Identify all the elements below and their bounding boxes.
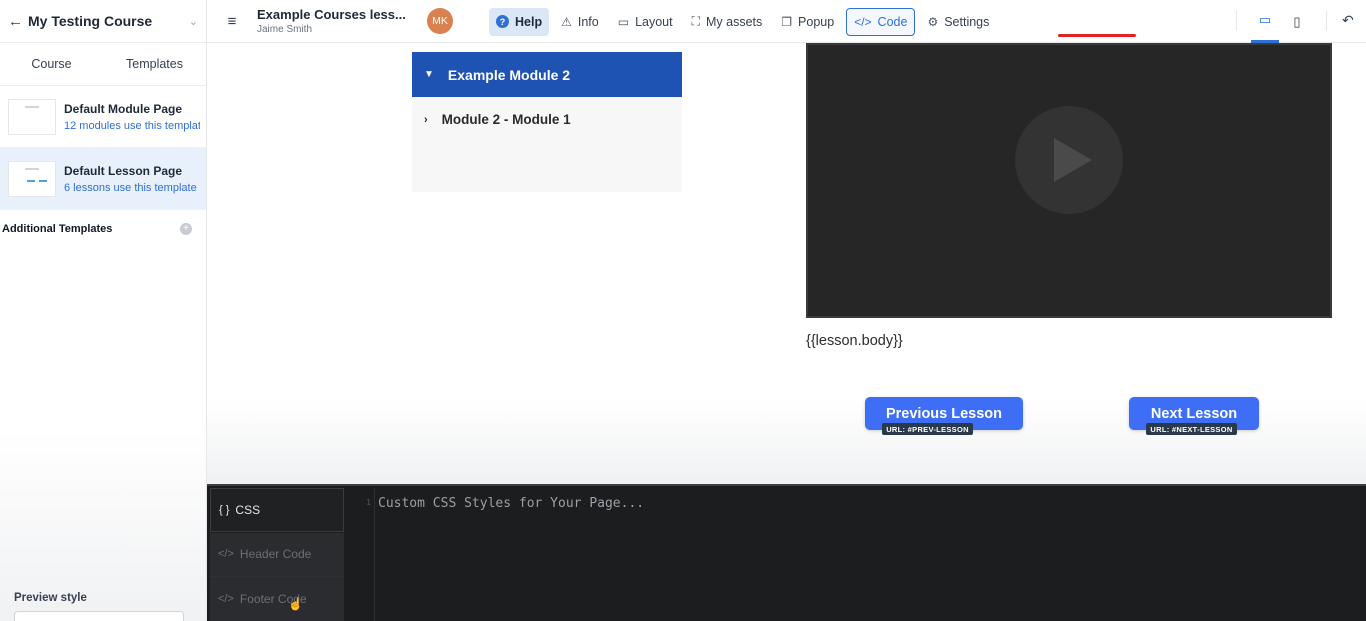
toolbar: ? Help ⚠ Info ▭ Layout ⛶ My assets ❐ Popup </… (489, 0, 1001, 43)
line-number: 1 (366, 498, 371, 507)
video-player[interactable] (806, 43, 1332, 318)
code-icon: </> (854, 14, 872, 29)
chevron-right-icon: › (424, 113, 428, 126)
template-name: Default Module Page (64, 101, 183, 116)
layout-button[interactable]: ▭ Layout (611, 8, 680, 36)
additional-templates-label: Additional Templates (2, 223, 113, 235)
help-icon: ? (496, 15, 509, 28)
help-button[interactable]: ? Help (489, 7, 550, 36)
play-icon[interactable] (1015, 106, 1123, 214)
my-assets-button[interactable]: ⛶ My assets (685, 8, 770, 36)
template-item-lesson[interactable]: Default Lesson Page 6 lessons use this t… (0, 148, 206, 210)
next-lesson-url-tag: URL: #NEXT-LESSON (1146, 423, 1237, 435)
hand-cursor-icon: ☝ (288, 597, 303, 611)
code-highlight-underline (1058, 34, 1136, 37)
template-item-module[interactable]: Default Module Page 12 modules use this … (0, 86, 206, 148)
chevron-down-icon[interactable]: ⌄ (189, 15, 198, 28)
module-accordion: ▼ Example Module 2 › Module 2 - Module 1 (412, 52, 682, 192)
template-usage: 12 modules use this template (64, 119, 200, 132)
module-header[interactable]: ▼ Example Module 2 (412, 52, 682, 97)
additional-templates-row: Additional Templates + (0, 210, 206, 248)
preview-style-select[interactable] (14, 611, 184, 621)
lesson-body-placeholder: {{lesson.body}} (806, 333, 903, 349)
code-icon: </> (218, 548, 234, 560)
toolbar-divider (1236, 11, 1237, 31)
avatar[interactable]: MK (427, 8, 453, 34)
tab-templates[interactable]: Templates (103, 43, 206, 85)
editor-tabs: { } CSS </> Header Code </> Footer Code (210, 488, 344, 621)
module-title: Example Module 2 (447, 66, 571, 83)
course-title: My Testing Course (28, 13, 153, 29)
left-sidebar: ← My Testing Course ⌄ Course Templates D… (0, 0, 207, 621)
chevron-down-icon: ▼ (424, 69, 434, 80)
module-item-label: Module 2 - Module 1 (441, 112, 571, 127)
previous-lesson-url-tag: URL: #PREV-LESSON (882, 423, 973, 435)
add-template-icon[interactable]: + (180, 223, 192, 235)
module-item[interactable]: › Module 2 - Module 1 (412, 97, 682, 142)
braces-icon: { } (219, 504, 230, 516)
popup-button[interactable]: ❐ Popup (774, 8, 841, 36)
preview-style-label: Preview style (14, 592, 87, 604)
template-name: Default Lesson Page (64, 163, 183, 178)
tab-course[interactable]: Course (0, 43, 103, 85)
popup-icon: ❐ (781, 14, 793, 29)
line-gutter: 1 (357, 488, 375, 621)
layout-icon: ▭ (617, 14, 630, 29)
undo-icon[interactable]: ↶ (1342, 12, 1354, 29)
settings-icon: ⚙ (927, 14, 939, 29)
code-editor-panel: { } CSS </> Header Code </> Footer Code 1 C… (207, 484, 1366, 621)
info-button[interactable]: ⚠ Info (554, 8, 606, 36)
hamburger-menu-icon[interactable]: ≡ (207, 13, 257, 30)
toolbar-divider (1326, 11, 1327, 31)
document-info: Example Courses less... Jaime Smith (257, 7, 421, 35)
template-thumbnail (8, 160, 56, 197)
mobile-view-icon[interactable]: ▯ (1283, 0, 1311, 43)
css-code-input[interactable]: Custom CSS Styles for Your Page... (378, 496, 644, 511)
document-title: Example Courses less... (257, 7, 406, 22)
tab-footer-code[interactable]: </> Footer Code (210, 577, 344, 621)
code-icon: </> (218, 593, 234, 605)
settings-button[interactable]: ⚙ Settings (920, 8, 996, 36)
document-author: Jaime Smith (257, 24, 313, 35)
template-usage: 6 lessons use this template (64, 181, 197, 194)
tab-css[interactable]: { } CSS (210, 488, 344, 532)
desktop-view-icon[interactable]: ▭ (1251, 0, 1279, 43)
warning-icon: ⚠ (561, 14, 572, 29)
sidebar-tabs: Course Templates (0, 43, 206, 86)
template-thumbnail (8, 98, 56, 135)
assets-icon: ⛶ (691, 14, 700, 28)
tab-header-code[interactable]: </> Header Code (210, 532, 344, 577)
sidebar-header: ← My Testing Course ⌄ (0, 0, 206, 43)
code-button[interactable]: </> Code (846, 7, 916, 36)
back-arrow-icon[interactable]: ← (8, 13, 28, 30)
